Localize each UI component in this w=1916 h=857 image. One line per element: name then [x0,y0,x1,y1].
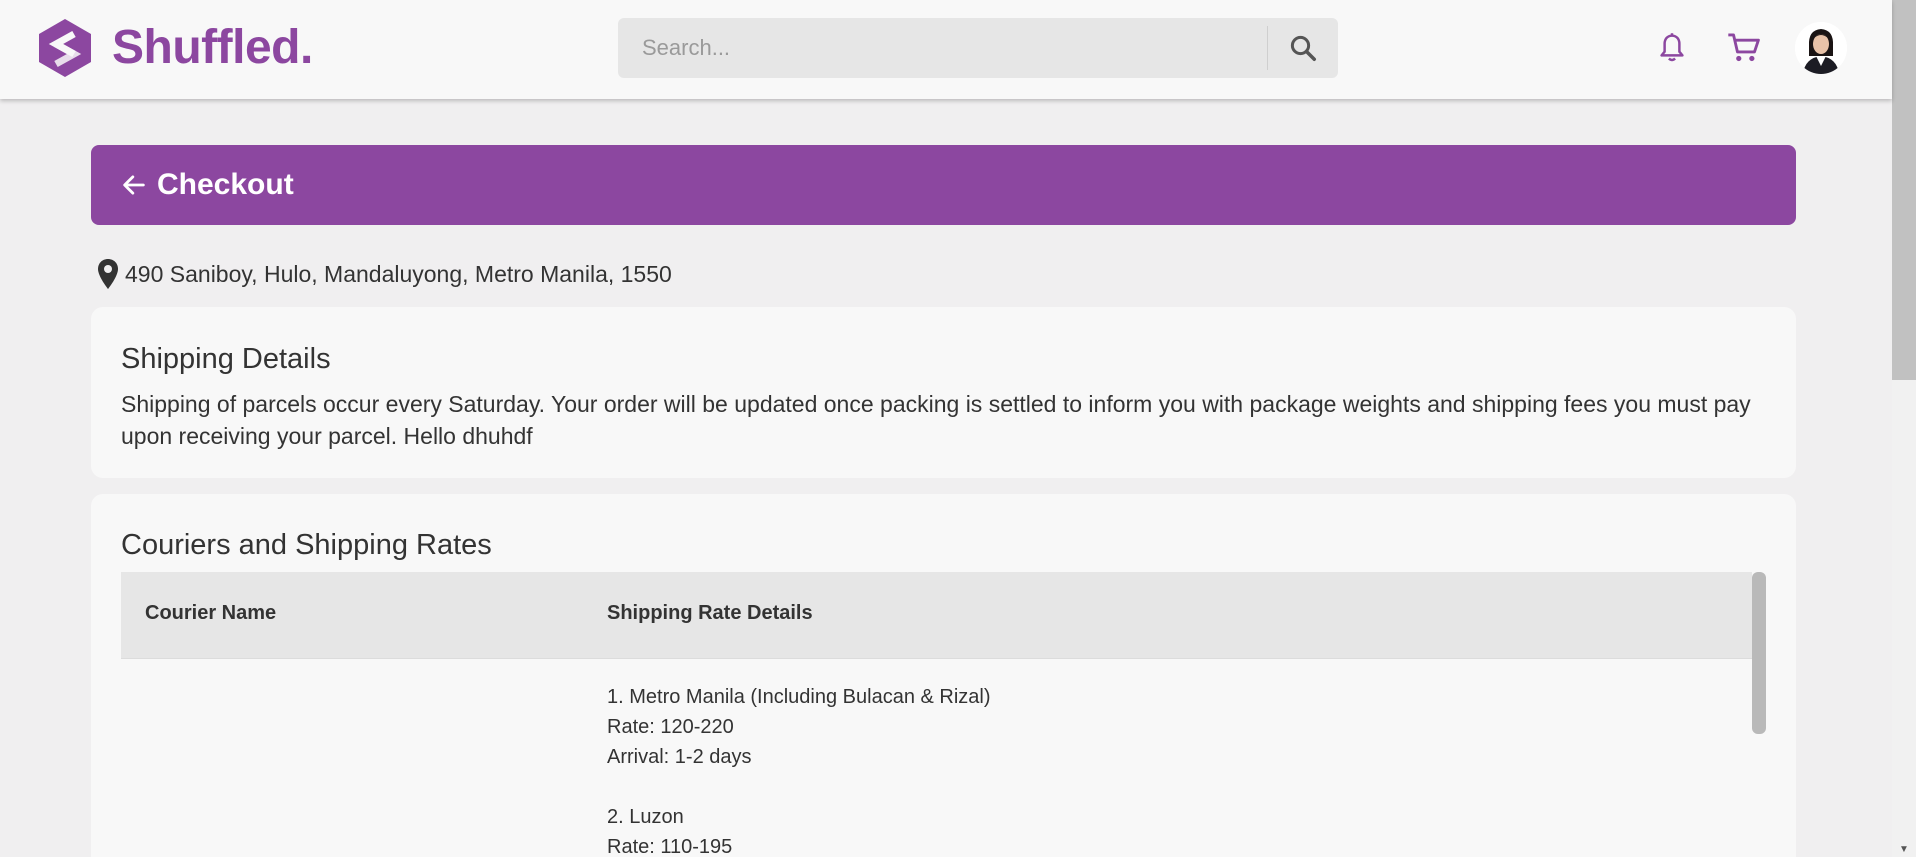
notifications-button[interactable] [1652,28,1692,68]
back-arrow-icon [123,175,145,195]
checkout-header: Checkout [91,145,1796,225]
top-navbar: Shuffled. [0,0,1892,99]
rate-region: 2. Luzon [607,806,684,828]
logo-mark-icon [39,19,91,77]
shipping-details-card: Shipping Details Shipping of parcels occ… [91,307,1796,478]
delivery-address: 490 Saniboy, Hulo, Mandaluyong, Metro Ma… [97,258,672,290]
search-button[interactable] [1268,18,1338,78]
location-pin-icon [98,259,118,289]
page-title: Checkout [157,168,294,201]
scroll-down-arrow-icon[interactable]: ▼ [1892,842,1916,857]
avatar-photo [1795,22,1847,74]
couriers-card: Couriers and Shipping Rates Courier Name… [91,494,1796,857]
page: Shuffled. Search... ▼ Checkout 490 Sanib… [0,0,1916,857]
rate-arrival: Arrival: 1-2 days [607,746,752,768]
rate-entry-luzon: 2. Luzon Rate: 110-195 [607,802,732,857]
column-header-shipping-rate-details: Shipping Rate Details [607,602,813,624]
search-icon [1290,35,1316,61]
rate-value: Rate: 110-195 [607,836,733,857]
rate-entry-metro-manila: 1. Metro Manila (Including Bulacan & Riz… [607,682,991,772]
home-logo-link[interactable]: Shuffled. [34,17,313,79]
cart-button[interactable] [1724,28,1764,68]
rate-value: Rate: 120-220 [607,716,734,738]
column-header-courier-name: Courier Name [145,602,277,624]
search-input[interactable] [618,18,1267,78]
page-scrollbar-thumb[interactable] [1892,0,1916,380]
table-scrollbar-thumb[interactable] [1752,572,1766,734]
back-button[interactable] [117,168,151,202]
cart-icon [1728,33,1760,62]
couriers-title: Couriers and Shipping Rates [121,529,492,561]
shipping-details-text: Shipping of parcels occur every Saturday… [121,391,1751,449]
address-text: 490 Saniboy, Hulo, Mandaluyong, Metro Ma… [125,260,672,287]
bell-icon [1660,33,1684,62]
brand-name: Shuffled. [112,21,313,74]
search-bar [618,18,1338,78]
rate-region: 1. Metro Manila (Including Bulacan & Riz… [607,686,991,708]
table-header-row: Courier Name Shipping Rate Details [121,572,1752,659]
user-avatar[interactable] [1795,22,1847,74]
shipping-details-title: Shipping Details [121,343,331,375]
